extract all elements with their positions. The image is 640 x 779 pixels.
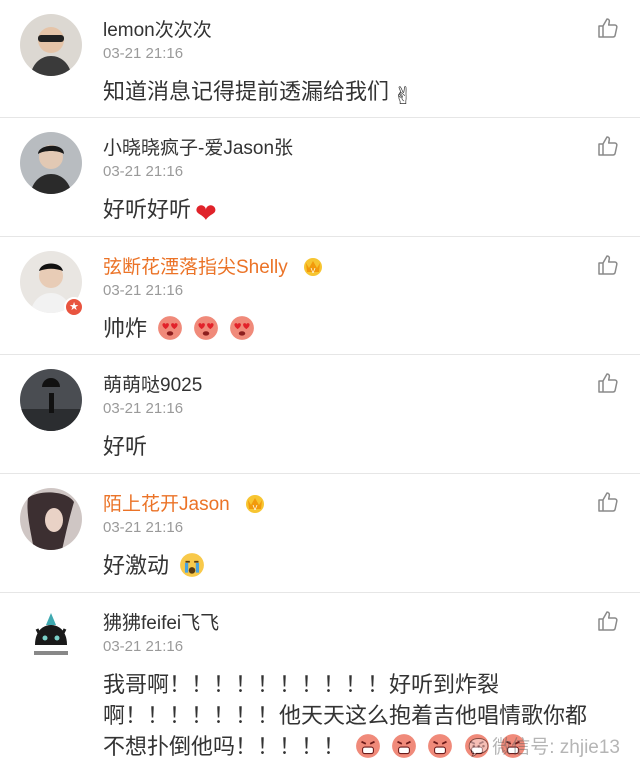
comment-author-name: 陌上花开Jason	[103, 494, 230, 515]
comment-text-line: 我哥啊！！！！！！！！！！好听到炸裂	[103, 672, 500, 697]
like-icon[interactable]	[596, 609, 620, 633]
user-avatar-image	[20, 132, 82, 194]
comment-text: 知道消息记得提前透漏给我们 ✌	[103, 76, 413, 112]
avatar[interactable]	[20, 369, 82, 431]
vip-crown-icon	[243, 492, 267, 514]
watermark-text: 微信号: zhjie13	[492, 737, 620, 758]
comment-author[interactable]: lemon次次次	[103, 15, 212, 42]
avatar[interactable]	[20, 488, 82, 550]
heart-eyes-emoji	[229, 315, 255, 341]
comment-time: 03-21 21:16	[103, 45, 184, 62]
like-icon[interactable]	[596, 134, 620, 158]
like-icon[interactable]	[596, 371, 620, 395]
comment-text: 好听	[103, 434, 148, 459]
comment-time: 03-21 21:16	[103, 519, 184, 536]
heart-eyes-emoji	[157, 315, 183, 341]
crying-emoji	[179, 552, 205, 578]
watermark: 💬 微信号: zhjie13	[468, 732, 620, 759]
comment-time: 03-21 21:16	[103, 400, 184, 417]
comment-text-content: 知道消息记得提前透漏给我们	[103, 79, 390, 104]
like-icon[interactable]	[596, 253, 620, 277]
comment-text: 帅炸	[103, 313, 255, 344]
comment-text-content: 帅炸	[103, 316, 148, 341]
comment-text: 好听好听 ❤	[103, 194, 217, 229]
comment-time: 03-21 21:16	[103, 282, 184, 299]
wechat-icon: 💬	[468, 738, 490, 757]
heart-eyes-emoji	[193, 315, 219, 341]
user-avatar-image	[20, 607, 82, 669]
comment-author[interactable]: 弦断花湮落指尖Shelly	[103, 252, 325, 279]
comment-item: ★ 弦断花湮落指尖Shelly 03-21 21:16 帅炸	[0, 237, 640, 355]
avatar[interactable]	[20, 607, 82, 669]
user-avatar-image	[20, 14, 82, 76]
like-icon[interactable]	[596, 490, 620, 514]
comment-time: 03-21 21:16	[103, 638, 184, 655]
like-icon[interactable]	[596, 16, 620, 40]
verified-badge: ★	[64, 297, 84, 317]
comment-time: 03-21 21:16	[103, 163, 184, 180]
avatar[interactable]	[20, 132, 82, 194]
comment-text-content: 好听好听	[103, 197, 192, 222]
comment-author[interactable]: 小晓晓疯子-爱Jason张	[103, 133, 293, 160]
comment-author[interactable]: 狒狒feifei飞飞	[103, 608, 219, 635]
vip-crown-icon	[301, 255, 325, 277]
comment-author[interactable]: 萌萌哒9025	[103, 370, 202, 397]
comment-text-content: 不想扑倒他吗！！！！！	[103, 734, 346, 759]
comment-item: 小晓晓疯子-爱Jason张 03-21 21:16 好听好听 ❤	[0, 118, 640, 237]
user-avatar-image	[20, 369, 82, 431]
comment-text-content: 好激动	[103, 553, 170, 578]
comment-item: 萌萌哒9025 03-21 21:16 好听	[0, 355, 640, 474]
red-heart-emoji: ❤	[195, 198, 217, 228]
comment-item: lemon次次次 03-21 21:16 知道消息记得提前透漏给我们 ✌	[0, 0, 640, 118]
angry-face-emoji	[427, 733, 453, 759]
angry-face-emoji	[391, 733, 417, 759]
user-avatar-image	[20, 488, 82, 550]
comment-text: 好激动	[103, 550, 205, 581]
avatar[interactable]	[20, 14, 82, 76]
comment-author-name: 弦断花湮落指尖Shelly	[103, 257, 288, 278]
comment-text-line: 啊！！！！！！！他天天这么抱着吉他唱情歌你都	[103, 703, 588, 728]
comment-item: 陌上花开Jason 03-21 21:16 好激动	[0, 474, 640, 593]
angry-face-emoji	[355, 733, 381, 759]
comment-author[interactable]: 陌上花开Jason	[103, 489, 267, 516]
victory-hand-emoji: ✌	[393, 83, 414, 110]
